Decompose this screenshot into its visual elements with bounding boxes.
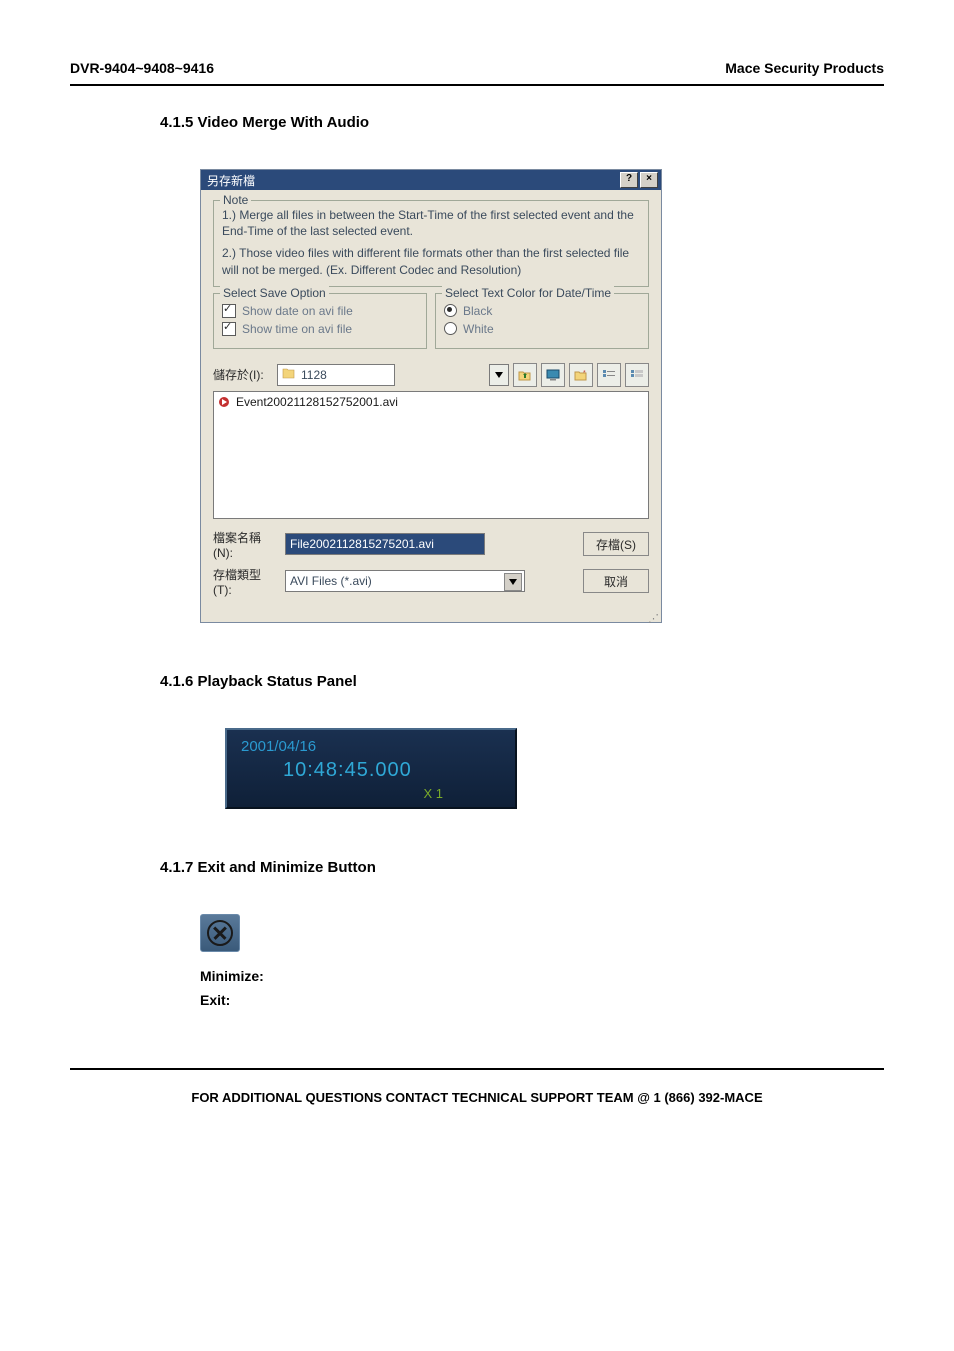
footer-text: FOR ADDITIONAL QUESTIONS CONTACT TECHNIC… <box>70 1090 884 1105</box>
filetype-value: AVI Files (*.avi) <box>290 574 372 588</box>
text-color-label: Select Text Color for Date/Time <box>442 286 614 300</box>
svg-text:*: * <box>583 370 586 377</box>
color-black-radio[interactable] <box>444 304 457 317</box>
file-list[interactable]: Event20021128152752001.avi <box>213 391 649 519</box>
minimize-label: Minimize: <box>200 968 884 984</box>
show-date-checkbox[interactable] <box>222 304 236 318</box>
playback-speed: X 1 <box>241 786 443 801</box>
detail-view-icon[interactable] <box>625 363 649 387</box>
section-417-title: 4.1.7 Exit and Minimize Button <box>160 859 884 876</box>
close-icon <box>207 920 233 946</box>
note-group: Note 1.) Merge all files in between the … <box>213 200 649 287</box>
playback-time: 10:48:45.000 <box>283 759 503 782</box>
playback-date: 2001/04/16 <box>241 738 503 755</box>
save-as-dialog: 另存新檔 ? × Note 1.) Merge all files in bet… <box>200 169 662 623</box>
file-item[interactable]: Event20021128152752001.avi <box>218 395 644 409</box>
close-button[interactable]: × <box>640 172 658 188</box>
note-line2: 2.) Those video files with different fil… <box>222 245 640 277</box>
dialog-title: 另存新檔 <box>207 172 255 189</box>
exit-label: Exit: <box>200 992 884 1008</box>
desktop-icon[interactable] <box>541 363 565 387</box>
color-white-label: White <box>463 322 494 336</box>
filetype-select[interactable]: AVI Files (*.avi) <box>285 570 525 592</box>
list-view-icon[interactable] <box>597 363 621 387</box>
show-date-label: Show date on avi file <box>242 304 353 318</box>
folder-name: 1128 <box>301 368 327 382</box>
up-folder-icon[interactable] <box>513 363 537 387</box>
show-time-checkbox[interactable] <box>222 322 236 336</box>
show-time-label: Show time on avi file <box>242 322 352 336</box>
note-group-label: Note <box>220 193 251 207</box>
save-option-label: Select Save Option <box>220 286 329 300</box>
new-folder-icon[interactable]: * <box>569 363 593 387</box>
folder-icon <box>282 367 296 382</box>
chevron-down-icon <box>504 573 522 591</box>
filename-label: 檔案名稱(N): <box>213 529 275 560</box>
filetype-label: 存檔類型(T): <box>213 566 275 597</box>
footer-divider <box>70 1068 884 1070</box>
save-in-label: 儲存於(I): <box>213 366 271 383</box>
section-415-title: 4.1.5 Video Merge With Audio <box>160 114 884 131</box>
header-left: DVR-9404~9408~9416 <box>70 60 214 76</box>
playback-status-panel: 2001/04/16 10:48:45.000 X 1 <box>225 728 517 809</box>
video-file-icon <box>218 396 232 408</box>
filename-input[interactable]: File2002112815275201.avi <box>285 533 485 555</box>
color-white-radio[interactable] <box>444 322 457 335</box>
resize-grip[interactable]: ⋰ <box>201 617 661 623</box>
help-button[interactable]: ? <box>620 172 638 188</box>
save-in-folder[interactable]: 1128 <box>277 364 395 386</box>
color-black-label: Black <box>463 304 492 318</box>
cancel-button[interactable]: 取消 <box>583 569 649 593</box>
header-divider <box>70 84 884 86</box>
save-option-group: Select Save Option Show date on avi file… <box>213 293 427 349</box>
save-in-dropdown[interactable] <box>489 364 509 386</box>
note-line1: 1.) Merge all files in between the Start… <box>222 207 640 239</box>
file-name: Event20021128152752001.avi <box>236 395 398 409</box>
section-416-title: 4.1.6 Playback Status Panel <box>160 673 884 690</box>
save-button[interactable]: 存檔(S) <box>583 532 649 556</box>
header-right: Mace Security Products <box>725 60 884 76</box>
dialog-titlebar: 另存新檔 ? × <box>201 170 661 190</box>
exit-minimize-button[interactable] <box>200 914 240 952</box>
text-color-group: Select Text Color for Date/Time Black Wh… <box>435 293 649 349</box>
